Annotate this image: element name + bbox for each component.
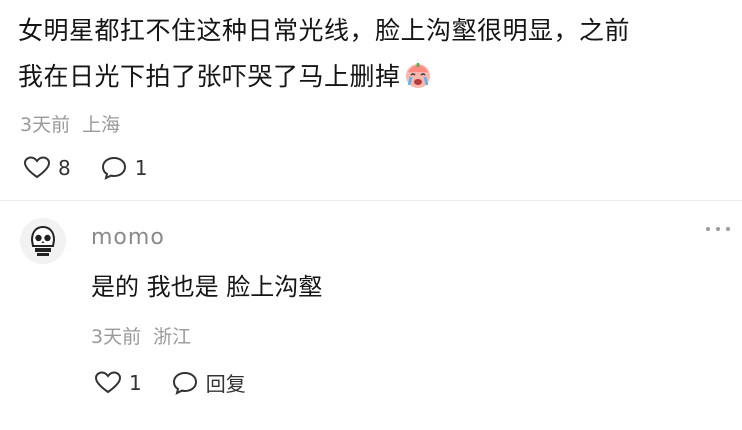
skull-avatar-icon [20,218,66,264]
heart-icon [95,370,121,393]
like-button[interactable]: 8 [24,156,71,180]
reply-time: 3天前 [91,326,142,348]
main-comment-text: 女明星都扛不住这种日常光线，脸上沟壑很明显，之前 我在日光下拍了张吓哭了马上删掉 [18,8,728,100]
more-options-icon[interactable] [706,227,730,231]
crying-face-icon [403,59,433,89]
main-comment-line-2: 我在日光下拍了张吓哭了马上删掉 [18,54,728,100]
comment-count: 1 [134,156,148,180]
reply-label: 回复 [205,372,246,396]
main-comment-time: 3天前 [20,114,71,136]
like-count: 8 [58,156,71,180]
reply-meta: 3天前 浙江 [91,322,191,349]
reply-like-button[interactable]: 1 [95,371,142,395]
main-comment-line-1: 女明星都扛不住这种日常光线，脸上沟壑很明显，之前 [18,16,631,45]
main-comment-line-2-text: 我在日光下拍了张吓哭了马上删掉 [18,62,401,91]
reply-text: 是的 我也是 脸上沟壑 [91,273,323,301]
reply-button[interactable]: 回复 [172,368,246,397]
main-comment-location: 上海 [82,114,121,136]
reply-actions: 1 回复 [95,368,276,397]
avatar[interactable] [20,218,66,264]
reply-username[interactable]: momo [91,225,165,250]
main-comment: 女明星都扛不住这种日常光线，脸上沟壑很明显，之前 我在日光下拍了张吓哭了马上删掉 [18,8,728,100]
main-comment-meta: 3天前 上海 [20,110,120,137]
divider [0,200,742,201]
comment-button[interactable]: 1 [101,156,148,180]
comment-bubble-icon [172,371,197,395]
reply-location: 浙江 [153,326,192,348]
main-comment-actions: 8 1 [24,156,177,180]
comment-bubble-icon [101,156,126,180]
reply-like-count: 1 [129,370,142,395]
heart-icon [24,156,50,179]
